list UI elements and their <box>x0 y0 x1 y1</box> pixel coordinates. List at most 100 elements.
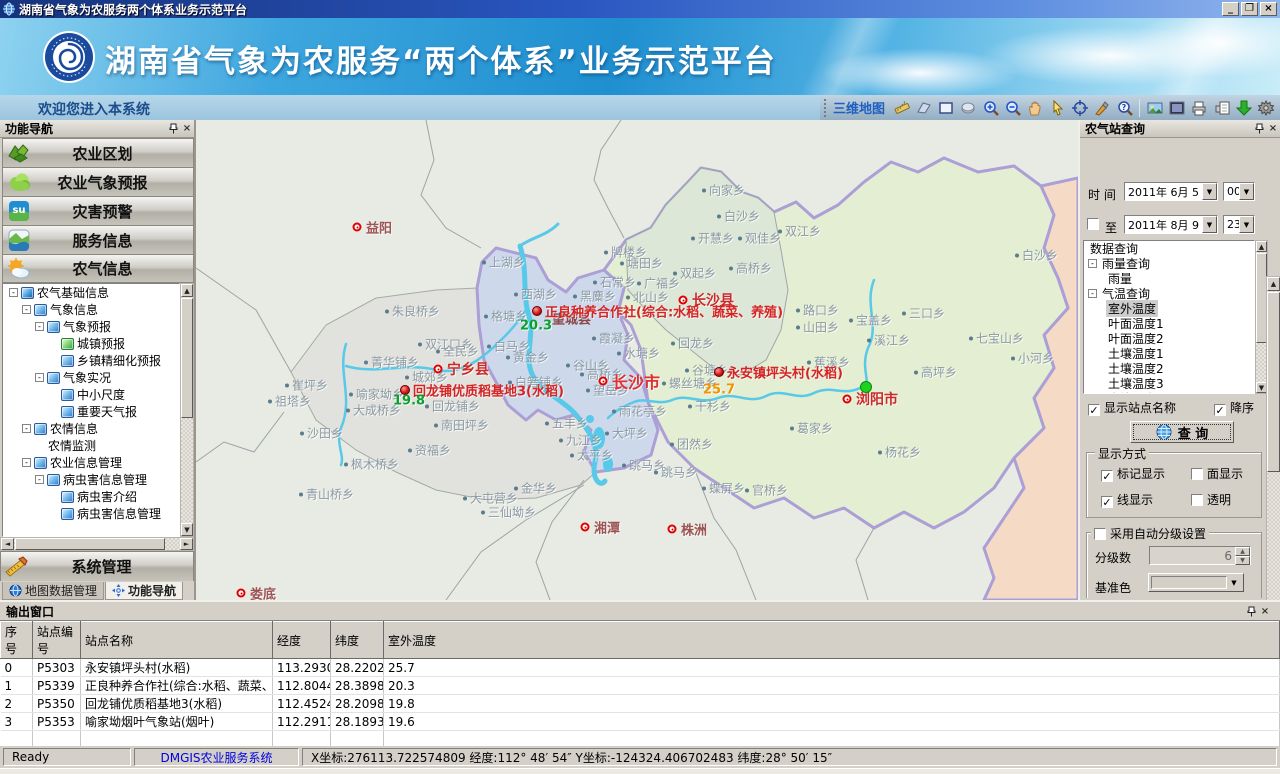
chevron-down-icon[interactable]: ▼ <box>1239 183 1254 200</box>
tree-item[interactable]: -农气基础信息 <box>3 284 179 301</box>
tree-item[interactable]: -病虫害信息管理 <box>3 471 179 488</box>
expand-toggle-icon[interactable]: - <box>35 373 44 382</box>
query-tree-item[interactable]: 土壤温度2 <box>1084 361 1254 376</box>
left-tree-scrollbar[interactable]: ▲ ▼ <box>180 283 194 537</box>
tree-item[interactable]: -农业信息管理 <box>3 454 179 471</box>
hour-from-dropdown[interactable]: 00▼ <box>1223 182 1255 201</box>
station-marker[interactable] <box>714 367 724 377</box>
selected-station-point[interactable] <box>860 381 872 393</box>
select-arrow-icon[interactable] <box>1048 98 1067 118</box>
city-marker[interactable] <box>581 523 590 532</box>
table-row[interactable]: 0P5303永安镇坪头村(水稻)113.29303328.22020125.7 <box>1 659 1280 677</box>
map3d-button[interactable]: 三维地图 <box>833 98 885 117</box>
date-from-dropdown[interactable]: 2011年 6月 5▼ <box>1124 182 1218 201</box>
column-header[interactable]: 站点编号 <box>33 622 81 659</box>
tab-function-nav[interactable]: 功能导航 <box>105 582 183 600</box>
expand-toggle-icon[interactable]: - <box>22 305 31 314</box>
close-icon[interactable]: × <box>180 122 194 135</box>
expand-toggle-icon[interactable]: - <box>22 458 31 467</box>
city-marker[interactable] <box>843 395 852 404</box>
expand-toggle-icon[interactable]: - <box>1088 259 1097 268</box>
restore-button[interactable]: ❐ <box>1241 2 1258 16</box>
expand-toggle-icon[interactable]: - <box>1088 289 1097 298</box>
tree-item[interactable]: -气象实况 <box>3 369 179 386</box>
query-tree-item[interactable]: 土壤温度1 <box>1084 346 1254 361</box>
tree-item[interactable]: 重要天气报 <box>3 403 179 420</box>
pin-icon[interactable] <box>166 122 180 135</box>
column-header[interactable]: 站点名称 <box>81 622 273 659</box>
query-tree-item[interactable]: 叶面温度1 <box>1084 316 1254 331</box>
window-titlebar[interactable]: 湖南省气象为农服务两个体系业务示范平台 _ ❐ × <box>0 0 1280 18</box>
column-header[interactable]: 室外温度 <box>384 622 1280 659</box>
table-row[interactable]: 1P5339正良种养合作社(综合:水稻、蔬菜、养殖)112.80444128.3… <box>1 677 1280 695</box>
query-tree-item[interactable]: 雨量 <box>1084 271 1254 286</box>
query-tree-item[interactable]: 叶面温度2 <box>1084 331 1254 346</box>
function-tree[interactable]: -农气基础信息-气象信息-气象预报城镇预报乡镇精细化预报-气象实况中小尺度重要天… <box>2 283 180 537</box>
tab-map-data-management[interactable]: 地图数据管理 <box>2 582 104 600</box>
center-extent-icon[interactable] <box>1070 98 1089 118</box>
rectangle-select-icon[interactable] <box>937 98 956 118</box>
tree-item[interactable]: 病虫害信息管理 <box>3 505 179 522</box>
accordion-service-info[interactable]: 服务信息 <box>2 225 194 254</box>
show-names-checkbox[interactable]: ✓显示站点名称 <box>1088 399 1176 416</box>
minimize-button[interactable]: _ <box>1222 2 1239 16</box>
download-icon[interactable] <box>1234 98 1253 118</box>
close-icon[interactable]: × <box>1258 605 1272 618</box>
settings-gear-icon[interactable] <box>1257 98 1276 118</box>
export-image-icon[interactable] <box>1145 98 1164 118</box>
chevron-down-icon[interactable]: ▼ <box>1202 216 1217 233</box>
eraser-icon[interactable] <box>959 98 978 118</box>
descending-checkbox[interactable]: ✓降序 <box>1214 399 1254 416</box>
map-flag-icon[interactable] <box>914 98 933 118</box>
expand-toggle-icon[interactable]: - <box>35 475 44 484</box>
transparent-checkbox[interactable]: 透明 <box>1191 491 1231 508</box>
column-header[interactable]: 纬度 <box>331 622 384 659</box>
city-marker[interactable] <box>353 223 362 232</box>
expand-toggle-icon[interactable]: - <box>9 288 18 297</box>
accordion-disaster-warning[interactable]: su 灾害预警 <box>2 196 194 225</box>
auto-grading-checkbox[interactable]: 采用自动分级设置 <box>1091 525 1209 542</box>
accordion-agro-met-info[interactable]: 农气信息 <box>2 254 194 283</box>
tree-item[interactable]: 农情监测 <box>3 437 179 454</box>
tree-item[interactable]: -农情信息 <box>3 420 179 437</box>
query-tree-item[interactable]: 土壤温度3 <box>1084 376 1254 391</box>
station-results-grid[interactable]: 序号站点编号站点名称经度纬度室外温度0P5303永安镇坪头村(水稻)113.29… <box>0 620 1280 748</box>
print-preview-icon[interactable] <box>1212 98 1231 118</box>
date-to-dropdown[interactable]: 2011年 8月 9▼ <box>1124 215 1218 234</box>
accordion-agro-weather-forecast[interactable]: 农业气象预报 <box>2 167 194 196</box>
query-tree-item[interactable]: 室外温度 <box>1084 301 1254 316</box>
to-checkbox[interactable] <box>1087 218 1099 230</box>
query-tree-item[interactable]: 数据查询 <box>1084 241 1254 256</box>
map-toolbar[interactable]: 三维地图 ? <box>820 95 1280 120</box>
query-tree-item[interactable]: -气温查询 <box>1084 286 1254 301</box>
identify-icon[interactable]: ? <box>1115 98 1134 118</box>
zoom-out-icon[interactable] <box>1003 98 1022 118</box>
column-header[interactable]: 序号 <box>1 622 33 659</box>
table-row[interactable]: 3P5353喻家坳烟叶气象站(烟叶)112.29117428.18937819.… <box>1 713 1280 731</box>
city-marker[interactable] <box>599 377 608 386</box>
query-type-tree[interactable]: 数据查询-雨量查询雨量-气温查询室外温度叶面温度1叶面温度2土壤温度1土壤温度2… <box>1083 240 1255 394</box>
tree-item[interactable]: 乡镇精细化预报 <box>3 352 179 369</box>
pin-icon[interactable] <box>1252 122 1266 135</box>
column-header[interactable]: 经度 <box>273 622 331 659</box>
line-display-checkbox[interactable]: ✓线显示 <box>1101 491 1153 508</box>
chevron-down-icon[interactable]: ▼ <box>1239 216 1254 233</box>
tree-item[interactable]: 病虫害介绍 <box>3 488 179 505</box>
hour-to-dropdown[interactable]: 23▼ <box>1223 215 1255 234</box>
toolbar-grip[interactable] <box>824 99 828 117</box>
tree-item[interactable]: -气象信息 <box>3 301 179 318</box>
accordion-farm-zoning[interactable]: 农业区划 <box>2 138 194 167</box>
close-icon[interactable]: × <box>1266 122 1280 135</box>
accordion-system-management[interactable]: 系统管理 <box>0 551 194 581</box>
expand-toggle-icon[interactable]: - <box>35 322 44 331</box>
zoom-in-icon[interactable] <box>981 98 1000 118</box>
repaint-brush-icon[interactable] <box>1093 98 1112 118</box>
query-button[interactable]: 查 询 <box>1130 421 1234 443</box>
table-row[interactable]: 2P5350回龙铺优质稻基地3(水稻)112.4524528.20980219.… <box>1 695 1280 713</box>
map-canvas[interactable]: 上湖乡西湖乡牌楼乡塘田乡石常乡广福乡黑麋乡北山乡向家乡白沙乡开慧乡观佳乡双江乡双… <box>196 120 1078 600</box>
print-icon[interactable] <box>1190 98 1209 118</box>
city-marker[interactable] <box>237 589 246 598</box>
city-marker[interactable] <box>434 365 443 374</box>
close-button[interactable]: × <box>1260 2 1277 16</box>
base-color-dropdown[interactable]: ▼ <box>1148 573 1244 592</box>
